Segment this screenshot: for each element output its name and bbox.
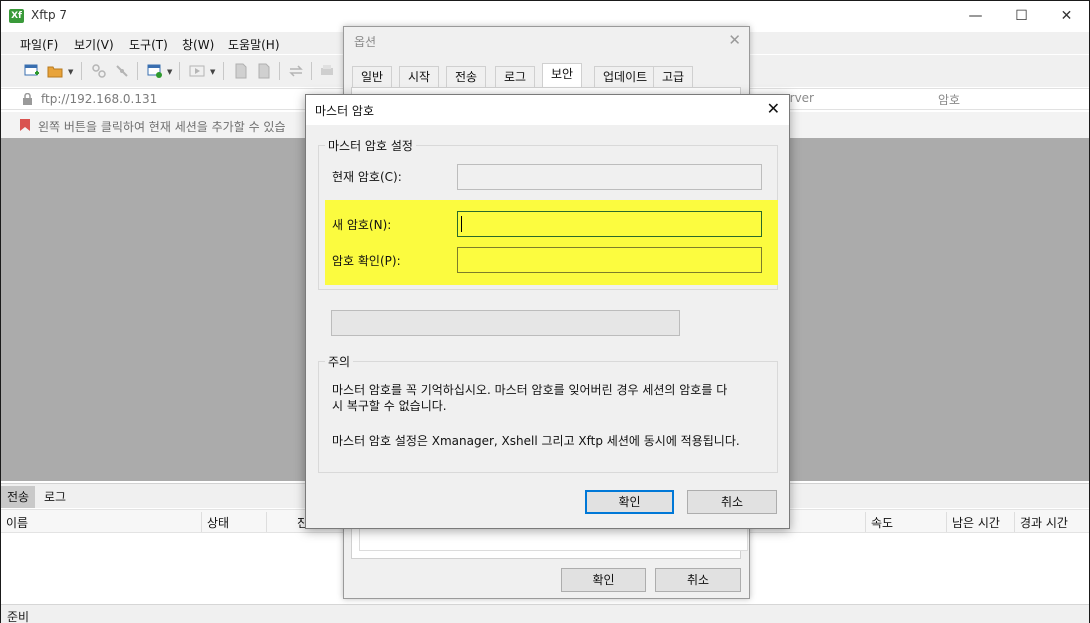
tab-startup[interactable]: 시작 <box>399 66 440 88</box>
download-file-icon[interactable] <box>233 63 249 79</box>
properties-dropdown-icon[interactable]: ▼ <box>167 68 172 76</box>
password-strength-bar <box>331 310 680 336</box>
master-password-dialog: 마스터 암호 ✕ 마스터 암호 설정 현재 암호(C): 새 암호(N): 암호… <box>305 94 790 529</box>
notice-group-legend: 주의 <box>325 353 354 370</box>
window-title: Xftp 7 <box>31 8 68 22</box>
notice-line-1: 마스터 암호를 꼭 기억하십시오. 마스터 암호를 잊어버린 경우 세션의 암호… <box>332 383 728 397</box>
options-close-icon[interactable]: ✕ <box>728 31 741 49</box>
master-ok-button[interactable]: 확인 <box>585 490 674 514</box>
status-bar: 준비 <box>1 604 1089 623</box>
current-password-label: 현재 암호(C): <box>332 170 402 184</box>
notice-group: 주의 <box>318 353 778 473</box>
tab-log[interactable]: 로그 <box>38 486 72 508</box>
confirm-password-input[interactable] <box>457 247 762 273</box>
toolbar-separator <box>179 62 180 80</box>
current-password-input <box>457 164 762 190</box>
column-divider[interactable] <box>1014 512 1015 532</box>
column-divider[interactable] <box>266 512 267 532</box>
toolbar-separator <box>311 62 312 80</box>
text-caret <box>461 216 462 232</box>
close-button[interactable]: ✕ <box>1044 1 1089 31</box>
session-properties-icon[interactable] <box>147 63 163 79</box>
new-password-label: 새 암호(N): <box>332 218 392 232</box>
master-close-icon[interactable]: ✕ <box>767 99 780 118</box>
tab-transfer[interactable]: 전송 <box>446 66 487 88</box>
disconnect-icon[interactable] <box>114 63 130 79</box>
connect-icon[interactable] <box>91 63 107 79</box>
notice-line-2: 시 복구할 수 없습니다. <box>332 399 447 413</box>
tab-update[interactable]: 업데이트 <box>594 66 657 88</box>
column-name[interactable]: 이름 <box>6 514 28 531</box>
menu-file[interactable]: 파일(F) <box>20 36 58 53</box>
open-folder-icon[interactable] <box>47 63 63 79</box>
tab-general[interactable]: 일반 <box>352 66 393 88</box>
toolbar-separator <box>279 62 280 80</box>
column-elapsed-time[interactable]: 경과 시간 <box>1020 514 1068 531</box>
print-icon[interactable] <box>319 63 335 79</box>
menu-window[interactable]: 창(W) <box>182 36 214 53</box>
password-column-header[interactable]: 암호 <box>938 91 960 113</box>
column-divider[interactable] <box>946 512 947 532</box>
column-status[interactable]: 상태 <box>207 514 229 531</box>
new-password-input[interactable] <box>457 211 762 237</box>
open-dropdown-icon[interactable]: ▼ <box>68 68 73 76</box>
tab-security[interactable]: 보안 <box>542 63 583 88</box>
sync-icon[interactable] <box>288 63 304 79</box>
confirm-password-label: 암호 확인(P): <box>332 254 401 268</box>
bookmark-icon <box>20 119 30 131</box>
xftp-logo-icon: Xf <box>9 9 24 23</box>
tab-advanced[interactable]: 고급 <box>653 66 694 88</box>
menu-view[interactable]: 보기(V) <box>74 36 114 53</box>
notice-line-3: 마스터 암호 설정은 Xmanager, Xshell 그리고 Xftp 세션에… <box>332 434 740 448</box>
master-dialog-title: 마스터 암호 <box>315 104 375 118</box>
tab-transfer[interactable]: 전송 <box>1 486 36 508</box>
options-dialog-title: 옵션 <box>354 35 377 49</box>
address-text: ftp://192.168.0.131 <box>41 92 158 106</box>
column-divider[interactable] <box>201 512 202 532</box>
settings-group-legend: 마스터 암호 설정 <box>325 137 416 154</box>
column-divider[interactable] <box>865 512 866 532</box>
options-cancel-button[interactable]: 취소 <box>655 568 741 592</box>
new-session-icon[interactable] <box>24 63 40 79</box>
column-remaining-time[interactable]: 남은 시간 <box>952 514 1000 531</box>
minimize-button[interactable]: — <box>953 1 998 31</box>
status-text: 준비 <box>7 610 30 623</box>
options-ok-button[interactable]: 확인 <box>561 568 646 592</box>
toolbar-separator <box>137 62 138 80</box>
master-cancel-button[interactable]: 취소 <box>687 490 777 514</box>
toolbar-separator <box>223 62 224 80</box>
play-dropdown-icon[interactable]: ▼ <box>210 68 215 76</box>
maximize-button[interactable]: ☐ <box>999 1 1044 31</box>
play-icon[interactable] <box>189 63 205 79</box>
hint-text: 왼쪽 버튼을 클릭하여 현재 세션을 추가할 수 있습 <box>38 120 286 134</box>
upload-file-icon[interactable] <box>256 63 272 79</box>
lock-icon <box>23 93 32 105</box>
column-speed[interactable]: 속도 <box>871 514 893 531</box>
toolbar-separator <box>81 62 82 80</box>
menu-help[interactable]: 도움말(H) <box>228 36 280 53</box>
tab-log[interactable]: 로그 <box>495 66 536 88</box>
menu-tools[interactable]: 도구(T) <box>129 36 168 53</box>
master-dialog-titlebar: 마스터 암호 ✕ <box>306 95 789 125</box>
